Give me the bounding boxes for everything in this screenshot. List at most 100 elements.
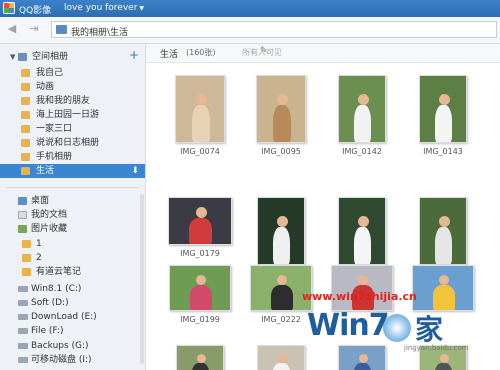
sidebar-item-label: 说说和日志相册 (36, 138, 100, 148)
photo-thumbnail[interactable] (176, 345, 224, 370)
user-menu[interactable]: love you forever ▼ (64, 3, 144, 13)
sidebar-item-label: DownLoad (E:) (31, 312, 97, 322)
photo-thumbnail[interactable] (168, 197, 232, 245)
photo-thumbnail[interactable] (175, 75, 225, 143)
photo-subject-head (439, 216, 450, 227)
photo-subject (189, 218, 212, 244)
photo-subject-head (278, 354, 287, 363)
photo-thumbnail[interactable] (338, 75, 386, 143)
sidebar-item-location[interactable]: Backups (G:) (0, 339, 145, 353)
photo-thumbnail[interactable] (338, 197, 386, 265)
photo-subject-head (358, 94, 369, 105)
folder-icon (22, 240, 31, 248)
drive-icon (18, 314, 28, 320)
photo-subject (354, 363, 371, 370)
sidebar-item-label: Win8.1 (C:) (31, 284, 82, 294)
sidebar-item-location[interactable]: 可移动磁盘 (I:) (0, 353, 145, 367)
drive-icon (18, 286, 28, 292)
sidebar-item-location[interactable]: 我的文档 (0, 208, 145, 222)
drive-icon (18, 343, 28, 349)
photo-caption: IMG_0074 (180, 147, 220, 156)
back-icon[interactable]: ◀ (5, 22, 19, 36)
sidebar-item-label: 生活 (36, 166, 55, 176)
photo-subject (273, 227, 290, 264)
sidebar-item-location[interactable]: 1 (0, 237, 145, 251)
folder-icon (22, 268, 31, 276)
photo-caption: IMG_0179 (180, 249, 220, 258)
watermark-logo-suffix: 家 (415, 313, 444, 346)
sidebar-item-location[interactable]: 2 (0, 251, 145, 265)
photo-caption: IMG_0095 (261, 147, 301, 156)
sidebar-section-qzone-albums[interactable]: ▼ 空间相册 + (0, 48, 145, 64)
album-group-icon (18, 53, 27, 61)
photo-caption: IMG_0199 (180, 315, 220, 324)
photo-thumbnail[interactable] (256, 75, 306, 143)
sidebar-item-location[interactable]: File (F:) (0, 324, 145, 338)
document-icon (18, 211, 27, 219)
album-folder-icon (21, 83, 30, 91)
watermark-logo-text: Win7 (307, 308, 390, 343)
sidebar-item-location[interactable]: Soft (D:) (0, 296, 145, 310)
sidebar-item-album[interactable]: 生活 ⬇ (0, 164, 145, 178)
photo-thumbnail[interactable] (257, 345, 305, 370)
photo-thumbnail[interactable] (419, 75, 467, 143)
sidebar-item-location[interactable]: 图片收藏 (0, 222, 145, 236)
sidebar-item-label: 一家三口 (36, 124, 73, 134)
sidebar-item-album[interactable]: 一家三口 (0, 122, 145, 136)
sidebar-item-location[interactable]: 桌面 (0, 194, 145, 208)
photo-subject (192, 363, 209, 370)
photo-subject (273, 363, 290, 370)
app-title: QQ影像 (19, 6, 52, 16)
sidebar-item-location[interactable]: Win8.1 (C:) (0, 282, 145, 296)
toolbar: ◀ ⇥ 我的相册\生活 (0, 17, 500, 44)
photo-subject (354, 105, 371, 142)
photo-thumbnail[interactable] (250, 265, 312, 311)
sidebar-item-label: 动画 (36, 82, 55, 92)
photo-subject (192, 105, 210, 142)
sidebar-item-album[interactable]: 海上田园一日游 (0, 108, 145, 122)
photo-thumbnail[interactable] (419, 197, 467, 265)
sidebar-item-album[interactable]: 我自己 (0, 66, 145, 80)
album-folder-icon (21, 69, 30, 77)
sidebar-item-label: 2 (36, 253, 42, 263)
collapse-triangle-icon[interactable]: ▼ (10, 50, 15, 64)
sidebar-item-label: 桌面 (31, 196, 50, 206)
sidebar-item-album[interactable]: 动画 (0, 80, 145, 94)
user-name: love you forever (64, 3, 138, 13)
sidebar-item-label: 海上田园一日游 (36, 110, 100, 120)
sidebar: ▼ 空间相册 + 我自己动画我和我的朋友 海上田园一日游 一家三口说说和日志相册手机… (0, 44, 146, 370)
photo-subject-head (277, 216, 288, 227)
sidebar-item-location[interactable]: 有道云笔记 (0, 265, 145, 279)
photo-thumbnail[interactable] (257, 197, 305, 265)
qq-image-logo-icon (3, 2, 15, 14)
photo-thumbnail[interactable] (331, 265, 393, 311)
photo-thumbnail[interactable] (412, 265, 474, 311)
sidebar-item-album[interactable]: 我和我的朋友 (0, 94, 145, 108)
photo-subject (435, 105, 452, 142)
album-folder-icon (21, 167, 30, 175)
sidebar-item-location[interactable]: DownLoad (E:) (0, 310, 145, 324)
sidebar-item-album[interactable]: 手机相册 (0, 150, 145, 164)
add-album-icon[interactable]: + (129, 48, 139, 62)
edit-pencil-icon[interactable]: ✎ (260, 46, 268, 56)
sidebar-scrollbar[interactable] (140, 194, 144, 364)
album-folder-icon (21, 111, 30, 119)
photo-subject (271, 285, 293, 310)
photo-subject-head (277, 275, 287, 285)
photo-caption: IMG_0143 (423, 147, 463, 156)
sidebar-item-label: 我和我的朋友 (36, 96, 91, 106)
download-icon[interactable]: ⬇ (131, 164, 139, 178)
photo-subject (354, 227, 371, 264)
photo-subject (273, 105, 291, 142)
album-folder-icon (21, 139, 30, 147)
photo-thumbnail[interactable] (169, 265, 231, 311)
album-header: 生活 (160张) 所有人可见 ✎ (146, 44, 500, 63)
import-icon[interactable]: ⇥ (27, 22, 41, 36)
drive-icon (18, 357, 28, 363)
address-path: 我的相册\生活 (71, 28, 129, 38)
sidebar-item-label: 图片收藏 (31, 224, 68, 234)
chevron-down-icon: ▼ (139, 5, 145, 12)
address-bar[interactable]: 我的相册\生活 (51, 21, 497, 38)
sidebar-item-album[interactable]: 说说和日志相册 (0, 136, 145, 150)
album-title: 生活 (160, 50, 179, 60)
